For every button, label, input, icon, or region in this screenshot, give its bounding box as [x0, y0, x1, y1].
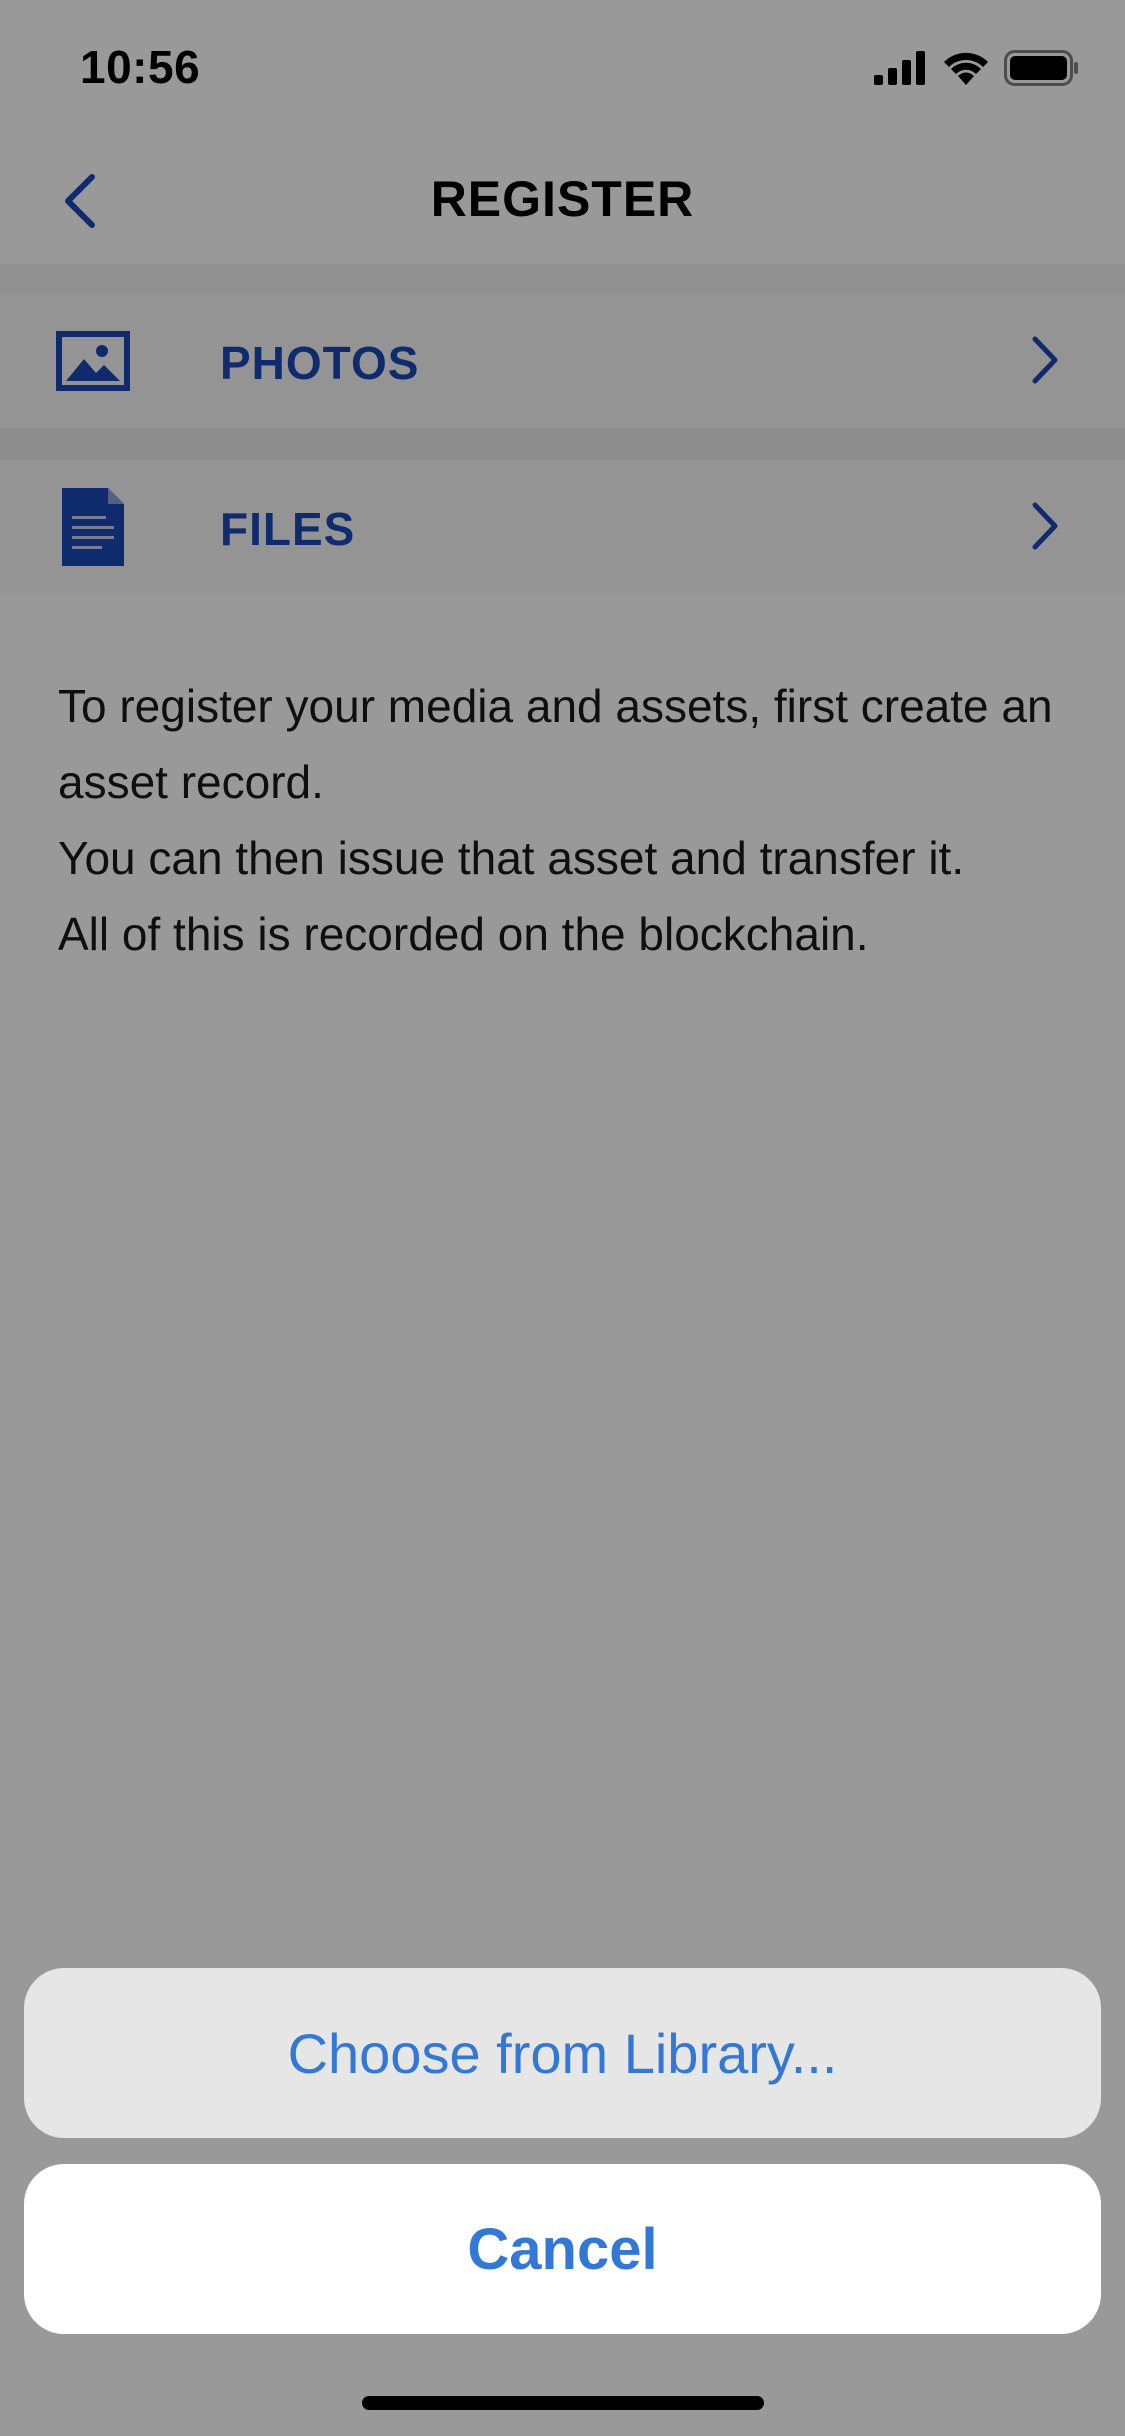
home-indicator[interactable] — [362, 2396, 764, 2410]
cancel-button[interactable]: Cancel — [24, 2164, 1101, 2334]
choose-from-library-button[interactable]: Choose from Library... — [24, 1968, 1101, 2138]
